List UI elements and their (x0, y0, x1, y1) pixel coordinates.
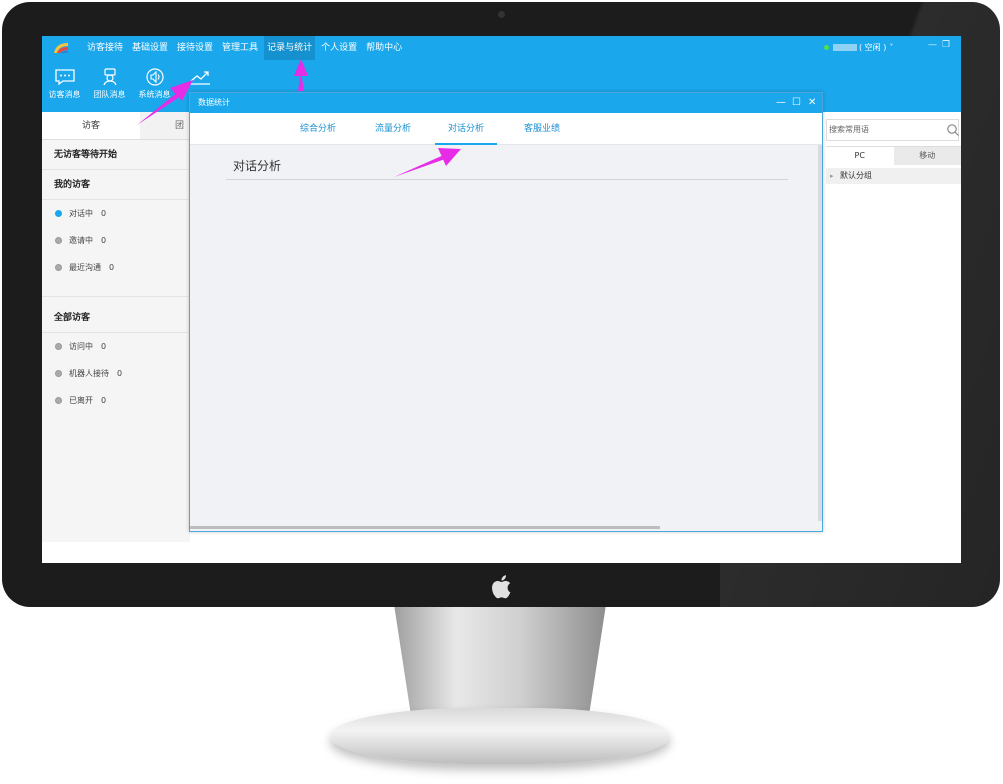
tab-team[interactable]: 团 (140, 112, 190, 139)
tab-traffic-analysis[interactable]: 流量分析 (373, 113, 413, 145)
list-item-count: 0 (101, 342, 107, 351)
data-statistics-dialog: 数据统计 — ☐ ✕ 综合分析 流量分析 对话分析 客服业绩 对话分析 (189, 92, 823, 532)
menu-management-tools[interactable]: 管理工具 (219, 36, 261, 60)
radio-icon (55, 397, 62, 404)
visitor-panel-tabs: 访客 团 (42, 112, 190, 140)
list-item[interactable]: 访问中 0 (42, 333, 190, 360)
monitor-stand-neck (394, 607, 606, 722)
divider (226, 179, 788, 180)
list-item-label: 已离开 (69, 396, 93, 405)
monitor-stand-base (330, 708, 670, 764)
active-tab-indicator (435, 143, 497, 145)
radio-icon (55, 264, 62, 271)
toolbar-label: 系统消息 (138, 90, 171, 99)
toolbar-label: 访客消息 (48, 90, 81, 99)
divider (42, 281, 190, 297)
list-item-count: 0 (109, 263, 115, 272)
radio-icon (55, 237, 62, 244)
chevron-down-icon: ˅ (889, 43, 894, 52)
tab-conversation-analysis[interactable]: 对话分析 (446, 113, 486, 145)
list-item[interactable]: 对话中 0 (42, 200, 190, 227)
dialog-minimize-button[interactable]: — (776, 93, 786, 113)
toolbar-team-messages[interactable]: 团队消息 (87, 68, 132, 108)
app-logo-icon (54, 43, 68, 53)
tab-mobile[interactable]: 移动 (893, 147, 961, 165)
window-minimize-button[interactable]: — (928, 40, 937, 50)
dialog-title: 数据统计 (198, 98, 230, 107)
menu-help-center[interactable]: 帮助中心 (363, 36, 405, 60)
vertical-scrollbar[interactable] (818, 145, 822, 521)
menu-personal-settings[interactable]: 个人设置 (318, 36, 360, 60)
menu-basic-settings[interactable]: 基础设置 (129, 36, 171, 60)
list-item-label: 对话中 (69, 209, 93, 218)
quick-reply-search-input[interactable]: 搜索常用语 (826, 119, 959, 141)
radio-icon (55, 370, 62, 377)
chat-icon (54, 69, 75, 86)
tab-agent-performance[interactable]: 客服业绩 (522, 113, 562, 145)
radio-icon (55, 210, 62, 217)
no-visitor-waiting: 无访客等待开始 (42, 140, 190, 170)
tab-overall-analysis[interactable]: 综合分析 (298, 113, 338, 145)
toolbar-system-messages[interactable]: 系统消息 (132, 68, 177, 108)
list-item-label: 访问中 (69, 342, 93, 351)
horizontal-scrollbar[interactable] (190, 526, 660, 529)
list-item[interactable]: 邀请中 0 (42, 227, 190, 254)
dialog-close-button[interactable]: ✕ (808, 93, 816, 113)
tab-visitors[interactable]: 访客 (42, 112, 140, 139)
list-item[interactable]: 最近沟通 0 (42, 254, 190, 281)
my-visitors-title: 我的访客 (42, 170, 190, 200)
menu-records-statistics[interactable]: 记录与统计 (264, 36, 316, 60)
list-item-count: 0 (117, 369, 123, 378)
list-item-label: 机器人接待 (69, 369, 109, 378)
group-default[interactable]: 默认分组 (826, 168, 961, 184)
toolbar-visitor-messages[interactable]: 访客消息 (42, 68, 87, 108)
status-dot-icon (824, 45, 829, 50)
window-restore-button[interactable]: ❐ (942, 40, 950, 50)
list-item[interactable]: 已离开 0 (42, 387, 190, 414)
all-visitors-title: 全部访客 (42, 303, 190, 333)
chart-trend-icon (189, 71, 210, 85)
dialog-title-bar: 数据统计 — ☐ ✕ (190, 93, 822, 113)
search-icon[interactable] (946, 123, 960, 137)
agent-name-redacted (833, 44, 857, 51)
list-item-label: 最近沟通 (69, 263, 101, 272)
menu-reception-settings[interactable]: 接待设置 (174, 36, 216, 60)
speaker-icon (145, 68, 164, 86)
main-menu: 访客接待 基础设置 接待设置 管理工具 记录与统计 个人设置 帮助中心 (84, 36, 408, 60)
team-icon (102, 68, 117, 86)
list-item-count: 0 (101, 236, 107, 245)
menu-visitor-reception[interactable]: 访客接待 (84, 36, 126, 60)
list-item-label: 邀请中 (69, 236, 93, 245)
list-item[interactable]: 机器人接待 0 (42, 360, 190, 387)
status-text: ( 空闲 ) (859, 43, 887, 52)
screen: 访客接待 基础设置 接待设置 管理工具 记录与统计 个人设置 帮助中心 ( 空闲… (42, 36, 961, 563)
content-title: 对话分析 (233, 159, 282, 173)
list-item-count: 0 (101, 396, 107, 405)
apple-logo-icon (490, 574, 512, 600)
toolbar-label: 团队消息 (93, 90, 126, 99)
agent-status[interactable]: ( 空闲 ) ˅ (824, 42, 893, 53)
radio-icon (55, 343, 62, 350)
visitor-panel: 访客 团 无访客等待开始 我的访客 对话中 0 邀请中 0 最近沟通 0 全部访… (42, 112, 190, 542)
quick-reply-panel: 搜索常用语 PC 移动 默认分组 (822, 112, 961, 542)
dialog-tabs: 综合分析 流量分析 对话分析 客服业绩 (190, 113, 822, 145)
dialog-maximize-button[interactable]: ☐ (792, 93, 801, 113)
list-item-count: 0 (101, 209, 107, 218)
camera-icon (498, 11, 505, 18)
tab-pc[interactable]: PC (826, 147, 894, 165)
quick-reply-tabs: PC 移动 (826, 146, 961, 165)
